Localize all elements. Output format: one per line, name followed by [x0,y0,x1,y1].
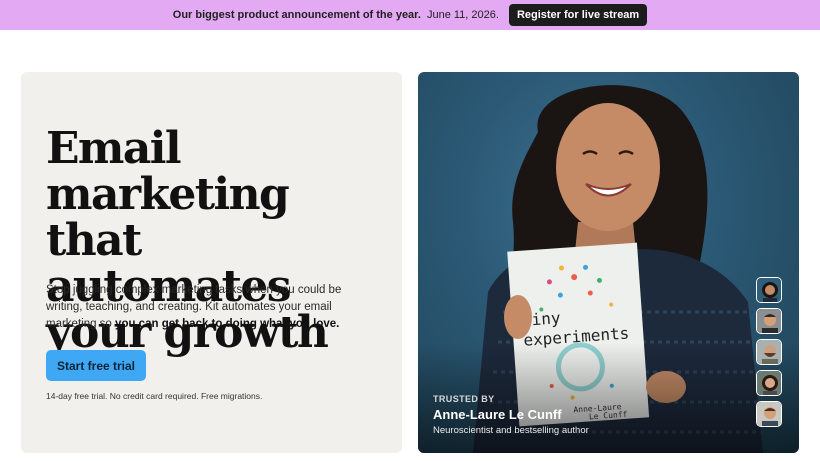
register-live-stream-button[interactable]: Register for live stream [508,4,648,26]
hero-subtext-bold: you can get back to doing what you love. [115,318,340,330]
announcement-banner: Our biggest product announcement of the … [0,0,820,30]
testimonial-card: tiny experiments Anne-Laure Le Cunff TRU… [418,72,799,453]
hero-subtext: Stop juggling complex marketing tasks wh… [46,282,376,333]
testimonial-caption: TRUSTED BY Anne-Laure Le Cunff Neuroscie… [433,394,589,436]
trusted-by-label: TRUSTED BY [433,394,495,404]
start-free-trial-button[interactable]: Start free trial [46,350,146,381]
testimonial-name: Anne-Laure Le Cunff [433,407,562,422]
announcement-text: Our biggest product announcement of the … [173,9,499,21]
creator-avatar[interactable] [756,308,782,334]
announcement-date: June 11, 2026. [426,9,499,21]
hero-card: Email marketing that automates your grow… [21,72,402,453]
creator-avatar[interactable] [756,277,782,303]
trial-fine-print: 14-day free trial. No credit card requir… [46,391,263,401]
creator-avatar-list [756,277,782,427]
creator-avatar[interactable] [756,401,782,427]
creator-avatar[interactable] [756,370,782,396]
testimonial-role: Neuroscientist and bestselling author [433,425,589,436]
announcement-headline: Our biggest product announcement of the … [172,9,421,21]
creator-avatar[interactable] [756,339,782,365]
